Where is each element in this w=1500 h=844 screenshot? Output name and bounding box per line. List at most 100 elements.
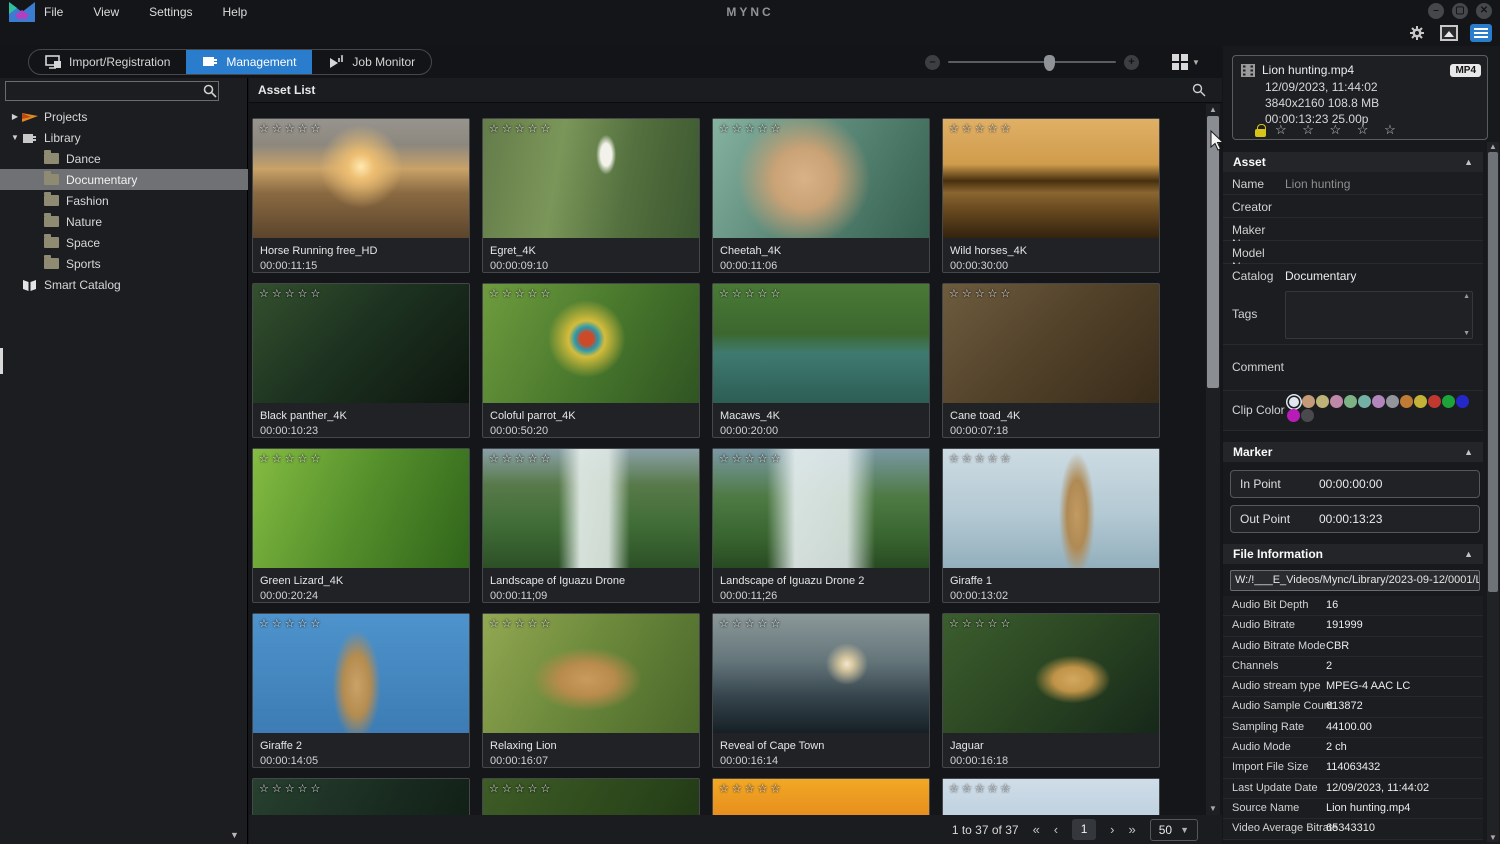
asset-grid-scrollbar[interactable]: ▲ ▼ [1206, 104, 1220, 844]
asset-tile[interactable]: ☆☆☆☆☆Macaws_4K00:00:20:00 [712, 283, 930, 438]
sidebar-item-projects[interactable]: ▶Projects [0, 106, 248, 127]
scroll-down-icon[interactable]: ▼ [1463, 330, 1470, 337]
page-size-select[interactable]: 50 ▼ [1150, 819, 1198, 841]
asset-section-header[interactable]: Asset ▲ [1223, 152, 1483, 172]
sidebar-item-sports[interactable]: Sports [0, 253, 248, 274]
sidebar-item-documentary[interactable]: Documentary [0, 169, 248, 190]
next-page-button[interactable]: › [1110, 822, 1114, 837]
file-info-section-header[interactable]: File Information ▲ [1223, 544, 1483, 564]
collapse-icon[interactable]: ▲ [1464, 447, 1473, 457]
tags-input[interactable]: ▲ ▼ [1285, 291, 1473, 339]
asset-tile[interactable]: ☆☆☆☆☆Relaxing Lion00:00:16:07 [482, 613, 700, 768]
sidebar-item-nature[interactable]: Nature [0, 211, 248, 232]
panel-collapse-handle[interactable] [0, 348, 3, 374]
maximize-button[interactable]: ▢ [1452, 3, 1468, 19]
sidebar-item-smart-catalog[interactable]: Smart Catalog [0, 274, 248, 295]
in-point-field[interactable]: In Point 00:00:00:00 [1230, 470, 1480, 498]
tab-management[interactable]: Management [186, 50, 312, 74]
clip-color-swatch[interactable] [1358, 395, 1371, 408]
preview-pane-button[interactable] [1438, 24, 1460, 42]
asset-tile[interactable]: ☆☆☆☆☆Giraffe 200:00:14:05 [252, 613, 470, 768]
current-page-box[interactable]: 1 [1072, 819, 1096, 840]
scroll-up-icon[interactable]: ▲ [1206, 105, 1220, 114]
rating-stars[interactable]: ☆☆☆☆☆ [489, 122, 553, 135]
file-path-field[interactable]: W:/!___E_Videos/Mync/Library/2023-09-12/… [1230, 570, 1480, 591]
lock-icon[interactable] [1255, 129, 1266, 137]
first-page-button[interactable]: « [1033, 822, 1040, 837]
rating-stars[interactable]: ☆☆☆☆☆ [719, 617, 783, 630]
asset-tile[interactable]: ☆☆☆☆☆Coloful parrot_4K00:00:50:20 [482, 283, 700, 438]
scrollbar-thumb[interactable] [1207, 116, 1219, 388]
clip-color-swatch[interactable] [1344, 395, 1357, 408]
clip-color-swatch[interactable] [1301, 409, 1314, 422]
clip-color-swatch[interactable] [1289, 397, 1299, 407]
scroll-down-icon[interactable]: ▼ [1487, 833, 1499, 842]
inspector-scrollbar[interactable]: ▲ ▼ [1487, 142, 1499, 842]
asset-tile[interactable]: ☆☆☆☆☆Horse Running free_HD00:00:11:15 [252, 118, 470, 273]
list-pane-button[interactable] [1470, 24, 1492, 42]
search-icon[interactable] [1192, 83, 1206, 97]
tab-import-registration[interactable]: Import/Registration [29, 50, 186, 74]
zoom-out-button[interactable]: – [925, 55, 940, 70]
settings-gear-button[interactable] [1406, 24, 1428, 42]
view-mode-button[interactable]: ▼ [1168, 51, 1206, 73]
prev-page-button[interactable]: ‹ [1054, 822, 1058, 837]
scrollbar-thumb[interactable] [1488, 152, 1498, 592]
rating-stars[interactable]: ☆☆☆☆☆ [949, 122, 1013, 135]
sidebar-item-fashion[interactable]: Fashion [0, 190, 248, 211]
rating-stars[interactable]: ☆☆☆☆☆ [489, 617, 553, 630]
asset-tile[interactable]: ☆☆☆☆☆Cane toad_4K00:00:07:18 [942, 283, 1160, 438]
asset-tile[interactable]: ☆☆☆☆☆Landscape of Iguazu Drone 200:00:11… [712, 448, 930, 603]
field-value[interactable]: Lion hunting [1285, 172, 1350, 194]
asset-tile[interactable]: ☆☆☆☆☆Egret_4K00:00:09:10 [482, 118, 700, 273]
collapse-icon[interactable]: ▲ [1464, 549, 1473, 559]
clip-color-swatch[interactable] [1400, 395, 1413, 408]
sidebar-item-library[interactable]: ▼Library [0, 127, 248, 148]
clip-color-swatch[interactable] [1316, 395, 1329, 408]
rating-stars[interactable]: ☆☆☆☆☆ [259, 617, 323, 630]
rating-stars[interactable]: ☆☆☆☆☆ [719, 452, 783, 465]
asset-tile[interactable]: ☆☆☆☆☆Black panther_4K00:00:10:23 [252, 283, 470, 438]
sidebar-item-space[interactable]: Space [0, 232, 248, 253]
out-point-field[interactable]: Out Point 00:00:13:23 [1230, 505, 1480, 533]
asset-tile[interactable]: ☆☆☆☆☆Green Lizard_4K00:00:20:24 [252, 448, 470, 603]
rating-stars[interactable]: ☆☆☆☆☆ [489, 287, 553, 300]
sidebar-search-input[interactable] [5, 81, 219, 101]
asset-tile[interactable]: ☆☆☆☆☆Reveal of Cape Town00:00:16:14 [712, 613, 930, 768]
rating-stars[interactable]: ☆☆☆☆☆ [719, 782, 783, 795]
clip-color-swatch[interactable] [1287, 409, 1300, 422]
asset-tile[interactable]: ☆☆☆☆☆Jaguar00:00:16:18 [942, 613, 1160, 768]
asset-tile[interactable]: ☆☆☆☆☆Landscape of Iguazu Drone00:00:11;0… [482, 448, 700, 603]
rating-stars[interactable]: ☆☆☆☆☆ [949, 452, 1013, 465]
zoom-slider[interactable] [948, 61, 1116, 63]
tab-job-monitor[interactable]: Job Monitor [312, 50, 431, 74]
rating-stars[interactable]: ☆☆☆☆☆ [949, 617, 1013, 630]
clip-color-swatch[interactable] [1456, 395, 1469, 408]
zoom-in-button[interactable]: + [1124, 55, 1139, 70]
zoom-slider-thumb[interactable] [1044, 55, 1055, 71]
scroll-up-icon[interactable]: ▲ [1487, 142, 1499, 151]
sidebar-scroll-down-icon[interactable]: ▼ [230, 830, 239, 840]
rating-stars[interactable]: ☆☆☆☆☆ [489, 452, 553, 465]
rating-stars[interactable]: ☆☆☆☆☆ [259, 452, 323, 465]
file-rating-stars[interactable]: ☆ ☆ ☆ ☆ ☆ [1275, 122, 1402, 138]
scroll-up-icon[interactable]: ▲ [1463, 293, 1470, 300]
close-button[interactable]: ✕ [1476, 3, 1492, 19]
asset-tile[interactable]: ☆☆☆☆☆Cheetah_4K00:00:11:06 [712, 118, 930, 273]
marker-section-header[interactable]: Marker ▲ [1223, 442, 1483, 462]
rating-stars[interactable]: ☆☆☆☆☆ [259, 287, 323, 300]
sidebar-item-dance[interactable]: Dance [0, 148, 248, 169]
minimize-button[interactable]: – [1428, 3, 1444, 19]
clip-color-swatch[interactable] [1372, 395, 1385, 408]
rating-stars[interactable]: ☆☆☆☆☆ [719, 287, 783, 300]
clip-color-swatch[interactable] [1330, 395, 1343, 408]
clip-color-swatch[interactable] [1386, 395, 1399, 408]
asset-tile[interactable]: ☆☆☆☆☆Wild horses_4K00:00:30:00 [942, 118, 1160, 273]
rating-stars[interactable]: ☆☆☆☆☆ [719, 122, 783, 135]
asset-tile[interactable]: ☆☆☆☆☆Giraffe 100:00:13:02 [942, 448, 1160, 603]
rating-stars[interactable]: ☆☆☆☆☆ [949, 287, 1013, 300]
rating-stars[interactable]: ☆☆☆☆☆ [259, 782, 323, 795]
rating-stars[interactable]: ☆☆☆☆☆ [949, 782, 1013, 795]
expander-right-icon[interactable]: ▶ [8, 112, 22, 121]
last-page-button[interactable]: » [1128, 822, 1135, 837]
